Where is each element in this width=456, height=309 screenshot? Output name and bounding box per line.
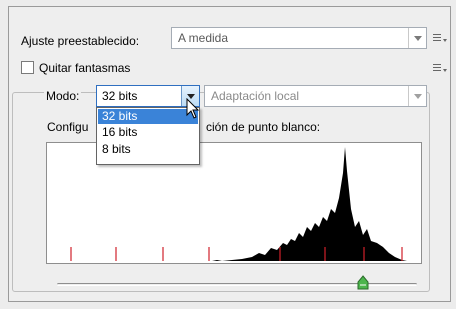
remove-ghosts-checkbox[interactable]	[21, 61, 34, 74]
white-point-label-suffix: ción de punto blanco:	[206, 120, 321, 134]
preset-menu-icon[interactable]	[433, 33, 447, 43]
mode-selected-value: 32 bits	[102, 89, 138, 103]
mouse-cursor-icon	[186, 98, 200, 119]
remove-ghosts-label: Quitar fantasmas	[39, 61, 131, 75]
mode-option-8[interactable]: 8 bits	[98, 142, 198, 157]
slider-thumb-icon[interactable]	[356, 275, 370, 291]
mode-label: Modo:	[44, 89, 82, 103]
method-dropdown[interactable]: Adaptación local	[204, 85, 427, 107]
preset-label: Ajuste preestablecido:	[21, 34, 140, 48]
method-dropdown-arrow-icon[interactable]	[408, 86, 426, 106]
panel-menu-icon[interactable]	[433, 63, 447, 73]
histogram-shape	[212, 147, 407, 261]
preset-dropdown-arrow-icon[interactable]	[408, 28, 426, 48]
mode-dropdown[interactable]: 32 bits	[96, 85, 200, 107]
method-value: Adaptación local	[211, 89, 300, 103]
preset-dropdown[interactable]: A medida	[171, 27, 427, 49]
preset-value: A medida	[178, 31, 229, 45]
mode-option-16[interactable]: 16 bits	[98, 125, 198, 140]
mode-option-32[interactable]: 32 bits	[98, 109, 198, 124]
mode-dropdown-list: 32 bits 16 bits 8 bits	[96, 107, 200, 165]
white-point-label-prefix: Configu	[47, 120, 89, 134]
